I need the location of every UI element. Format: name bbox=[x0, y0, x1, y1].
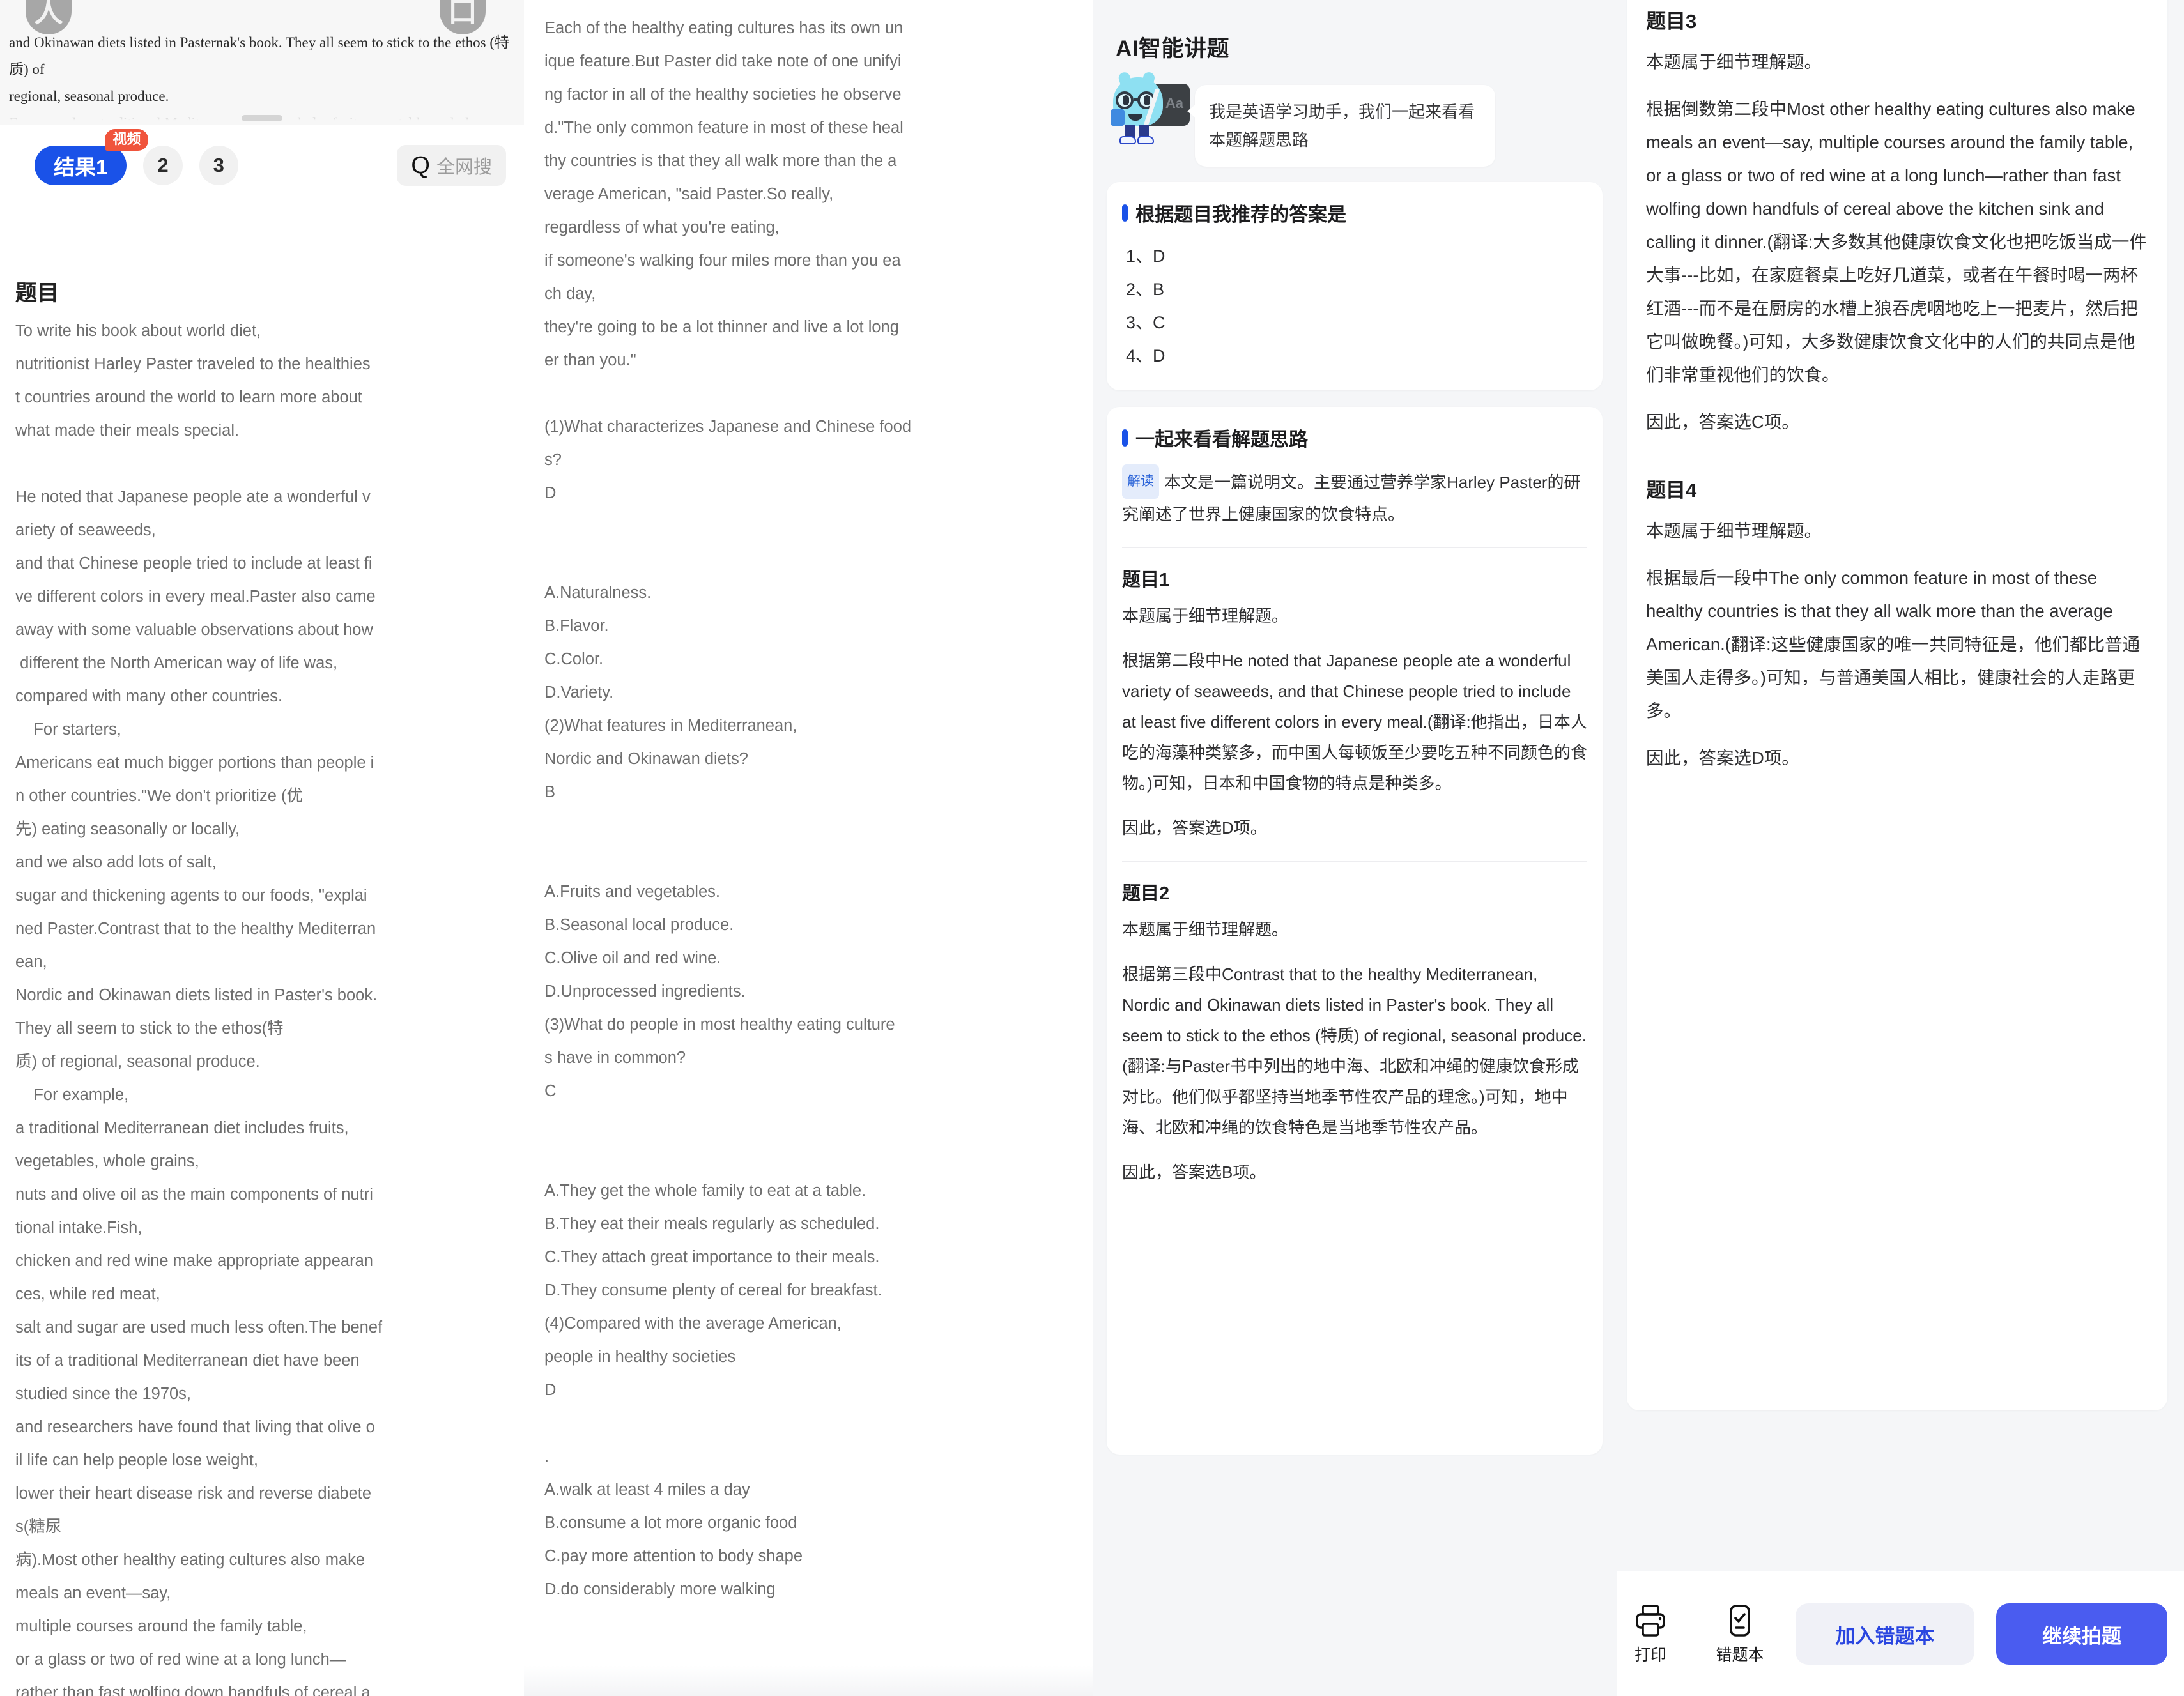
tab-result-1[interactable]: 结果1 视频 bbox=[35, 129, 149, 185]
analysis-item-1: 题目1 本题属于细节理解题。 根据第二段中He noted that Japan… bbox=[1122, 565, 1587, 843]
analysis-heading-label: 一起来看看解题思路 bbox=[1135, 429, 1308, 450]
printer-icon bbox=[1633, 1603, 1668, 1639]
passage-heading: 题目 bbox=[15, 281, 59, 305]
recommended-answers-card: 根据题目我推荐的答案是 1、D 2、B 3、C 4、D bbox=[1107, 182, 1603, 390]
analysis-item-4: 题目4 本题属于细节理解题。 根据最后一段中The only common fe… bbox=[1646, 474, 2148, 775]
interpretation-tag: 解读 bbox=[1122, 464, 1159, 499]
result-tabs: 结果1 视频 2 3 Q 全网搜 bbox=[0, 125, 524, 206]
left-column: 人 口 and Okinawan diets listed in Pastern… bbox=[0, 0, 524, 1696]
analysis-item-1-body: 根据第二段中He noted that Japanese people ate … bbox=[1122, 651, 1588, 793]
mascot-eye-left bbox=[1123, 95, 1129, 105]
ai-greeting-row: Aa 我是英语学习助手，我们一起来看看本题解题思路 bbox=[1109, 70, 1603, 167]
analysis-item-3-title: 题目3 bbox=[1646, 10, 1697, 33]
mascot-shoe-left bbox=[1119, 136, 1136, 144]
answer-item: 4、D bbox=[1126, 346, 1165, 365]
analysis-item-4-title: 题目4 bbox=[1646, 479, 1697, 501]
video-badge: 视频 bbox=[105, 129, 149, 151]
tab-result-3[interactable]: 3 bbox=[199, 146, 238, 185]
analysis-item-2-type: 本题属于细节理解题。 bbox=[1122, 920, 1289, 939]
analysis-card-continued: 题目3 本题属于细节理解题。 根据倒数第二段中Most other health… bbox=[1627, 0, 2167, 1410]
scanned-image-preview[interactable]: 人 口 and Okinawan diets listed in Pastern… bbox=[0, 0, 524, 125]
recommended-answers-heading: 根据题目我推荐的答案是 bbox=[1122, 199, 1587, 227]
web-search-button[interactable]: Q 全网搜 bbox=[397, 145, 506, 186]
passage-body: To write his book about world diet, nutr… bbox=[15, 322, 383, 1696]
checklist-icon bbox=[1722, 1603, 1758, 1639]
passage-panel: 题目 To write his book about world diet, nu… bbox=[0, 206, 524, 1696]
mascot-shoe-right bbox=[1137, 136, 1154, 144]
analysis-item-4-body: 根据最后一段中The only common feature in most o… bbox=[1646, 568, 2141, 721]
ai-panel-title: AI智能讲题 bbox=[1116, 36, 1230, 61]
analysis-item-4-conclusion: 因此，答案选D项。 bbox=[1646, 748, 1799, 768]
analysis-item-1-type: 本题属于细节理解题。 bbox=[1122, 606, 1289, 625]
analysis-card: 一起来看看解题思路 解读 本文是一篇说明文。主要通过营养学家Harley Past… bbox=[1107, 407, 1603, 1455]
analysis-continuation-column: 题目3 本题属于细节理解题。 根据倒数第二段中Most other health… bbox=[1617, 0, 2184, 1696]
recommended-answers-heading-label: 根据题目我推荐的答案是 bbox=[1135, 204, 1346, 225]
mascot-eye-right bbox=[1144, 95, 1150, 105]
ai-greeting-bubble: 我是英语学习助手，我们一起来看看本题解题思路 bbox=[1187, 85, 1495, 167]
answer-item: 1、D bbox=[1126, 247, 1165, 266]
scan-fade-overlay bbox=[0, 103, 524, 125]
analysis-item-2-conclusion: 因此，答案选B项。 bbox=[1122, 1163, 1266, 1182]
add-to-wrongbook-button[interactable]: 加入错题本 bbox=[1796, 1603, 1974, 1665]
analysis-item-3-conclusion: 因此，答案选C项。 bbox=[1646, 412, 1799, 432]
questions-body: Each of the healthy eating cultures has … bbox=[544, 19, 912, 1598]
print-label: 打印 bbox=[1634, 1646, 1666, 1664]
blackboard-text: Aa bbox=[1165, 95, 1183, 111]
analysis-item-1-conclusion: 因此，答案选D项。 bbox=[1122, 818, 1267, 837]
analysis-item-3-body: 根据倒数第二段中Most other healthy eating cultur… bbox=[1646, 99, 2147, 385]
recommended-answers-list: 1、D 2、B 3、C 4、D bbox=[1122, 240, 1587, 372]
search-icon: Q bbox=[411, 152, 430, 179]
analysis-item-2: 题目2 本题属于细节理解题。 根据第三段中Contrast that to th… bbox=[1122, 878, 1587, 1188]
heading-accent-bar bbox=[1122, 204, 1128, 222]
answer-item: 2、B bbox=[1126, 280, 1165, 299]
heading-accent-bar bbox=[1122, 429, 1128, 447]
tab-result-1-label: 结果1 bbox=[54, 155, 108, 179]
ai-panel: AI智能讲题 Aa 我是英语学习助手，我们一起来看看本题解题思路 根据题目我推荐… bbox=[1093, 0, 1617, 1696]
analysis-item-3-type: 本题属于细节理解题。 bbox=[1646, 52, 1822, 72]
analysis-heading: 一起来看看解题思路 bbox=[1122, 424, 1587, 452]
print-button[interactable]: 打印 bbox=[1617, 1603, 1684, 1665]
app-screen: 人 口 and Okinawan diets listed in Pastern… bbox=[0, 0, 2184, 1696]
analysis-item-1-title: 题目1 bbox=[1122, 570, 1170, 590]
drag-handle[interactable] bbox=[242, 115, 282, 121]
analysis-summary: 解读 本文是一篇说明文。主要通过营养学家Harley Paster的研究阐述了世界… bbox=[1122, 464, 1587, 530]
analysis-item-2-title: 题目2 bbox=[1122, 883, 1170, 904]
analysis-item-2-body: 根据第三段中Contrast that to the healthy Medit… bbox=[1122, 965, 1587, 1137]
mascot-book-icon bbox=[1111, 109, 1125, 126]
bottom-toolbar: 打印 错题本 加入错题本 继续拍题 bbox=[1617, 1586, 2167, 1682]
continue-capture-button[interactable]: 继续拍题 bbox=[1996, 1603, 2167, 1665]
questions-bottom-fade bbox=[524, 1665, 1093, 1696]
answer-item: 3、C bbox=[1126, 313, 1165, 332]
analysis-item-4-type: 本题属于细节理解题。 bbox=[1646, 521, 1822, 540]
mascot-glasses-bridge bbox=[1134, 98, 1139, 101]
analysis-item-3: 题目3 本题属于细节理解题。 根据倒数第二段中Most other health… bbox=[1646, 5, 2148, 439]
questions-column: Each of the healthy eating cultures has … bbox=[524, 0, 1093, 1696]
tab-result-2[interactable]: 2 bbox=[143, 146, 183, 185]
divider bbox=[1122, 547, 1587, 548]
ai-mascot-icon: Aa bbox=[1109, 70, 1191, 145]
divider bbox=[1122, 861, 1587, 862]
scan-line-1: and Okinawan diets listed in Pasternak's… bbox=[9, 34, 510, 77]
web-search-label: 全网搜 bbox=[436, 157, 492, 178]
wrongbook-button[interactable]: 错题本 bbox=[1706, 1603, 1774, 1665]
wrongbook-label: 错题本 bbox=[1716, 1646, 1764, 1664]
analysis-summary-text: 本文是一篇说明文。主要通过营养学家Harley Paster的研究阐述了世界上健… bbox=[1122, 473, 1581, 524]
